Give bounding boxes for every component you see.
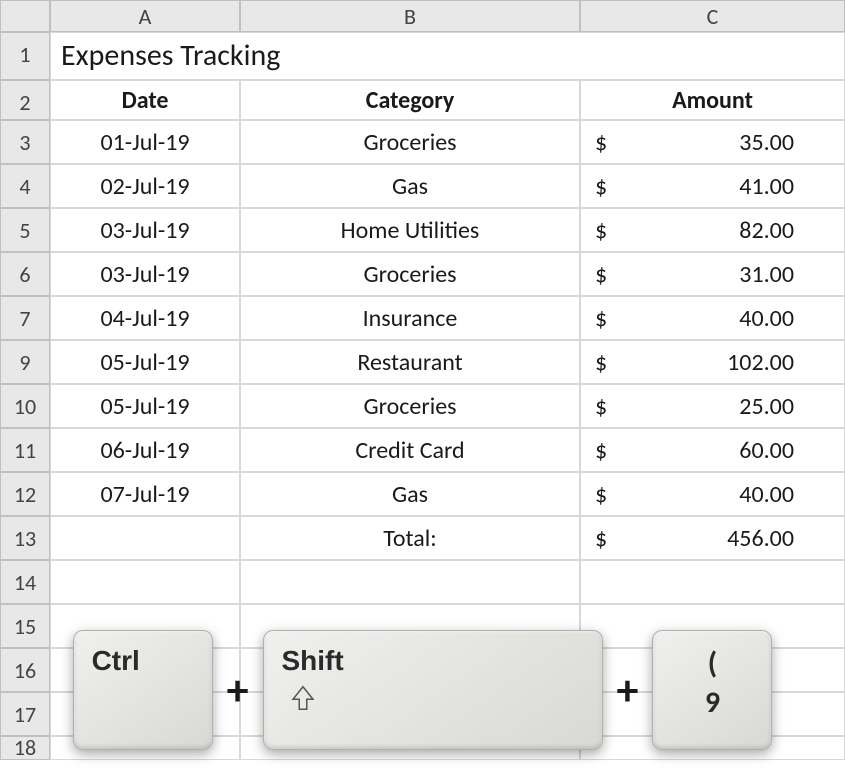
key-label: Ctrl [92,645,194,677]
row-header[interactable]: 14 [0,560,50,604]
title-cell[interactable]: Expenses Tracking [50,32,580,80]
cell-amount[interactable]: $31.00 [580,252,845,296]
cell-amount[interactable]: $35.00 [580,120,845,164]
col-header-c[interactable]: C [580,0,845,32]
plus-icon: + [221,663,255,717]
currency-symbol: $ [591,215,607,245]
ctrl-key-icon: Ctrl [73,630,213,750]
row-header[interactable]: 5 [0,208,50,252]
cell-date[interactable]: 03-Jul-19 [50,252,240,296]
cell-amount[interactable]: $60.00 [580,428,845,472]
shift-key-icon: Shift [263,630,603,750]
cell-date[interactable]: 06-Jul-19 [50,428,240,472]
cell-date[interactable]: 04-Jul-19 [50,296,240,340]
cell-category[interactable]: Groceries [240,384,580,428]
key-label-top: ( [671,645,753,682]
cell-empty[interactable] [240,560,580,604]
cell-category[interactable]: Groceries [240,120,580,164]
cell-category[interactable]: Home Utilities [240,208,580,252]
col-header-a[interactable]: A [50,0,240,32]
cell-category[interactable]: Gas [240,472,580,516]
header-category[interactable]: Category [240,80,580,120]
amount-value: 82.00 [739,215,794,245]
row-header[interactable]: 7 [0,296,50,340]
cell-category[interactable]: Gas [240,164,580,208]
amount-value: 35.00 [739,127,794,157]
amount-value: 25.00 [739,391,794,421]
cell-empty[interactable] [50,516,240,560]
row-header[interactable]: 11 [0,428,50,472]
header-date[interactable]: Date [50,80,240,120]
shift-arrow-icon [288,683,318,713]
currency-symbol: $ [591,391,607,421]
currency-symbol: $ [591,127,607,157]
cell-date[interactable]: 07-Jul-19 [50,472,240,516]
cell-amount[interactable]: $102.00 [580,340,845,384]
row-header[interactable]: 13 [0,516,50,560]
currency-symbol: $ [591,435,607,465]
amount-value: 60.00 [739,435,794,465]
amount-value: 41.00 [739,171,794,201]
cell-amount[interactable]: $40.00 [580,296,845,340]
amount-value: 456.00 [727,523,794,553]
header-amount[interactable]: Amount [580,80,845,120]
key-label: Shift [282,645,584,677]
cell-empty[interactable] [50,560,240,604]
cell-category[interactable]: Insurance [240,296,580,340]
row-header[interactable]: 3 [0,120,50,164]
amount-value: 31.00 [739,259,794,289]
amount-value: 40.00 [739,479,794,509]
row-header[interactable]: 4 [0,164,50,208]
cell-total-amount[interactable]: $456.00 [580,516,845,560]
col-header-b[interactable]: B [240,0,580,32]
row-header[interactable]: 10 [0,384,50,428]
currency-symbol: $ [591,523,607,553]
row-header-1[interactable]: 1 [0,32,50,80]
select-all-corner[interactable] [0,0,50,32]
currency-symbol: $ [591,479,607,509]
cell-date[interactable]: 05-Jul-19 [50,384,240,428]
cell-total-label[interactable]: Total: [240,516,580,560]
cell-category[interactable]: Groceries [240,252,580,296]
key-label-bottom: 9 [671,684,753,721]
currency-symbol: $ [591,347,607,377]
nine-key-icon: ( 9 [652,630,772,750]
cell-amount[interactable]: $25.00 [580,384,845,428]
cell-category[interactable]: Restaurant [240,340,580,384]
row-header[interactable]: 12 [0,472,50,516]
cell-empty[interactable] [580,560,845,604]
cell-date[interactable]: 05-Jul-19 [50,340,240,384]
cell-date[interactable]: 01-Jul-19 [50,120,240,164]
currency-symbol: $ [591,259,607,289]
cell-date[interactable]: 03-Jul-19 [50,208,240,252]
row-header-2[interactable]: 2 [0,80,50,120]
cell-amount[interactable]: $40.00 [580,472,845,516]
row-header[interactable]: 9 [0,340,50,384]
plus-icon: + [611,663,645,717]
amount-value: 102.00 [727,347,794,377]
currency-symbol: $ [591,303,607,333]
keyboard-shortcut-overlay: Ctrl + Shift + ( 9 [0,600,845,780]
cell-c1[interactable] [580,32,845,80]
cell-category[interactable]: Credit Card [240,428,580,472]
amount-value: 40.00 [739,303,794,333]
cell-date[interactable]: 02-Jul-19 [50,164,240,208]
cell-amount[interactable]: $82.00 [580,208,845,252]
currency-symbol: $ [591,171,607,201]
cell-amount[interactable]: $41.00 [580,164,845,208]
row-header[interactable]: 6 [0,252,50,296]
